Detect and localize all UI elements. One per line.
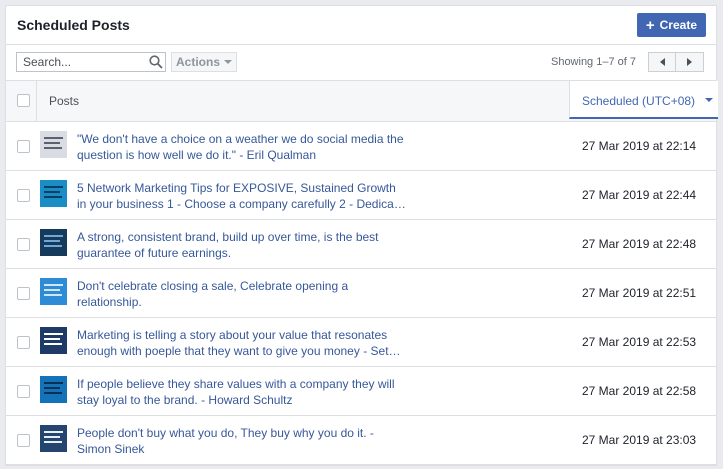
next-page-button[interactable]: [676, 52, 704, 72]
row-checkbox[interactable]: [17, 434, 30, 447]
actions-label: Actions: [175, 55, 220, 69]
scheduled-date: 27 Mar 2019 at 22:58: [582, 384, 697, 398]
post-thumbnail[interactable]: [40, 376, 67, 403]
column-header-scheduled-label: Scheduled (UTC+08): [582, 94, 696, 108]
table-row[interactable]: 5 Network Marketing Tips for EXPOSIVE, S…: [6, 171, 716, 220]
table-row[interactable]: "We don't have a choice on a weather we …: [6, 122, 716, 171]
post-thumbnail[interactable]: [40, 278, 67, 305]
table-row[interactable]: People don't buy what you do, They buy w…: [6, 416, 716, 465]
scheduled-date: 27 Mar 2019 at 22:44: [582, 188, 697, 202]
plus-icon: +: [645, 16, 655, 34]
prev-page-button[interactable]: [648, 52, 676, 72]
post-link[interactable]: "We don't have a choice on a weather we …: [77, 131, 407, 163]
scheduled-date: 27 Mar 2019 at 22:53: [582, 335, 697, 349]
search-box: [16, 52, 166, 72]
table-row[interactable]: Marketing is telling a story about your …: [6, 318, 716, 367]
table-row[interactable]: If people believe they share values with…: [6, 367, 716, 416]
post-thumbnail[interactable]: [40, 229, 67, 256]
pagination-status: Showing 1–7 of 7: [550, 56, 636, 68]
post-link[interactable]: 5 Network Marketing Tips for EXPOSIVE, S…: [77, 180, 407, 212]
table-row[interactable]: Don't celebrate closing a sale, Celebrat…: [6, 269, 716, 318]
post-thumbnail[interactable]: [40, 131, 67, 158]
create-button[interactable]: + Create: [636, 13, 706, 37]
scheduled-date: 27 Mar 2019 at 22:48: [582, 237, 697, 251]
row-checkbox[interactable]: [17, 238, 30, 251]
column-header-posts[interactable]: Posts: [36, 81, 549, 121]
search-input[interactable]: [17, 54, 147, 70]
scheduled-date: 27 Mar 2019 at 22:51: [582, 286, 697, 300]
post-link[interactable]: If people believe they share values with…: [77, 376, 407, 408]
chevron-down-icon: [224, 60, 232, 64]
panel-header: Scheduled Posts + Create: [6, 6, 716, 45]
table-header: Posts Scheduled (UTC+08): [6, 81, 718, 122]
row-checkbox[interactable]: [17, 287, 30, 300]
scheduled-date: 27 Mar 2019 at 22:14: [582, 139, 697, 153]
sort-descending-icon: [705, 98, 713, 102]
page-title: Scheduled Posts: [17, 17, 130, 33]
post-link[interactable]: Marketing is telling a story about your …: [77, 327, 407, 359]
table-body: "We don't have a choice on a weather we …: [6, 122, 716, 465]
scheduled-date: 27 Mar 2019 at 23:03: [582, 433, 697, 447]
chevron-left-icon: [659, 58, 665, 66]
actions-dropdown[interactable]: Actions: [171, 52, 237, 72]
row-checkbox[interactable]: [17, 140, 30, 153]
post-link[interactable]: A strong, consistent brand, build up ove…: [77, 229, 407, 261]
post-thumbnail[interactable]: [40, 327, 67, 354]
toolbar: Actions Showing 1–7 of 7: [6, 45, 716, 81]
create-button-label: Create: [659, 18, 697, 32]
chevron-right-icon: [687, 58, 692, 66]
column-header-scheduled[interactable]: Scheduled (UTC+08): [569, 81, 718, 119]
table-row[interactable]: A strong, consistent brand, build up ove…: [6, 220, 716, 269]
post-thumbnail[interactable]: [40, 180, 67, 207]
row-checkbox[interactable]: [17, 385, 30, 398]
post-link[interactable]: Don't celebrate closing a sale, Celebrat…: [77, 278, 407, 310]
search-icon[interactable]: [149, 55, 163, 69]
pagination: [648, 52, 704, 72]
row-checkbox[interactable]: [17, 189, 30, 202]
scheduled-posts-panel: Scheduled Posts + Create Actions Showing…: [5, 5, 718, 466]
row-checkbox[interactable]: [17, 336, 30, 349]
post-link[interactable]: People don't buy what you do, They buy w…: [77, 425, 407, 457]
post-thumbnail[interactable]: [40, 425, 67, 452]
select-all-checkbox[interactable]: [17, 94, 30, 107]
